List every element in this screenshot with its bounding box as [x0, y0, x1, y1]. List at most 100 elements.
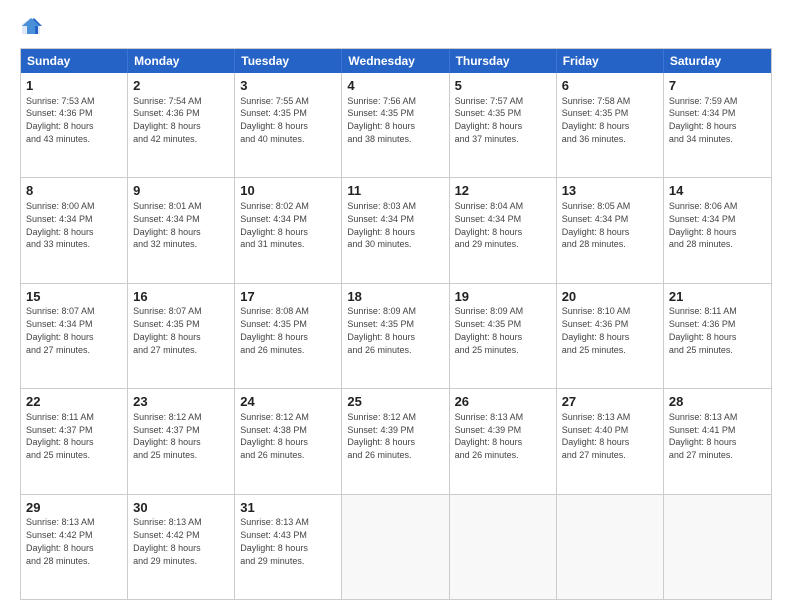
calendar-cell: 17 Sunrise: 8:08 AMSunset: 4:35 PMDaylig…: [235, 284, 342, 388]
cell-info: Sunrise: 8:10 AMSunset: 4:36 PMDaylight:…: [562, 306, 631, 354]
calendar-cell: 11 Sunrise: 8:03 AMSunset: 4:34 PMDaylig…: [342, 178, 449, 282]
day-number: 3: [240, 77, 336, 95]
day-number: 19: [455, 288, 551, 306]
calendar-cell: 5 Sunrise: 7:57 AMSunset: 4:35 PMDayligh…: [450, 73, 557, 177]
cell-info: Sunrise: 7:54 AMSunset: 4:36 PMDaylight:…: [133, 96, 202, 144]
cell-info: Sunrise: 8:13 AMSunset: 4:39 PMDaylight:…: [455, 412, 524, 460]
cell-info: Sunrise: 7:59 AMSunset: 4:34 PMDaylight:…: [669, 96, 738, 144]
calendar-cell: [450, 495, 557, 599]
calendar-cell: 16 Sunrise: 8:07 AMSunset: 4:35 PMDaylig…: [128, 284, 235, 388]
calendar-cell: 24 Sunrise: 8:12 AMSunset: 4:38 PMDaylig…: [235, 389, 342, 493]
calendar-cell: 21 Sunrise: 8:11 AMSunset: 4:36 PMDaylig…: [664, 284, 771, 388]
calendar-row: 29 Sunrise: 8:13 AMSunset: 4:42 PMDaylig…: [21, 494, 771, 599]
calendar-cell: 4 Sunrise: 7:56 AMSunset: 4:35 PMDayligh…: [342, 73, 449, 177]
calendar-cell: 30 Sunrise: 8:13 AMSunset: 4:42 PMDaylig…: [128, 495, 235, 599]
day-number: 23: [133, 393, 229, 411]
logo-icon: [20, 16, 42, 38]
cell-info: Sunrise: 8:09 AMSunset: 4:35 PMDaylight:…: [347, 306, 416, 354]
weekday-header: Tuesday: [235, 49, 342, 73]
calendar-cell: 15 Sunrise: 8:07 AMSunset: 4:34 PMDaylig…: [21, 284, 128, 388]
day-number: 1: [26, 77, 122, 95]
day-number: 13: [562, 182, 658, 200]
header: [20, 16, 772, 38]
calendar-cell: [664, 495, 771, 599]
weekday-header: Thursday: [450, 49, 557, 73]
calendar: SundayMondayTuesdayWednesdayThursdayFrid…: [20, 48, 772, 600]
weekday-header: Saturday: [664, 49, 771, 73]
calendar-cell: 14 Sunrise: 8:06 AMSunset: 4:34 PMDaylig…: [664, 178, 771, 282]
cell-info: Sunrise: 8:09 AMSunset: 4:35 PMDaylight:…: [455, 306, 524, 354]
cell-info: Sunrise: 8:03 AMSunset: 4:34 PMDaylight:…: [347, 201, 416, 249]
day-number: 28: [669, 393, 766, 411]
calendar-cell: 12 Sunrise: 8:04 AMSunset: 4:34 PMDaylig…: [450, 178, 557, 282]
day-number: 2: [133, 77, 229, 95]
day-number: 12: [455, 182, 551, 200]
weekday-header: Friday: [557, 49, 664, 73]
cell-info: Sunrise: 7:55 AMSunset: 4:35 PMDaylight:…: [240, 96, 309, 144]
cell-info: Sunrise: 7:56 AMSunset: 4:35 PMDaylight:…: [347, 96, 416, 144]
day-number: 6: [562, 77, 658, 95]
calendar-cell: 1 Sunrise: 7:53 AMSunset: 4:36 PMDayligh…: [21, 73, 128, 177]
cell-info: Sunrise: 8:01 AMSunset: 4:34 PMDaylight:…: [133, 201, 202, 249]
day-number: 29: [26, 499, 122, 517]
weekday-header: Sunday: [21, 49, 128, 73]
cell-info: Sunrise: 7:58 AMSunset: 4:35 PMDaylight:…: [562, 96, 631, 144]
cell-info: Sunrise: 8:05 AMSunset: 4:34 PMDaylight:…: [562, 201, 631, 249]
cell-info: Sunrise: 8:02 AMSunset: 4:34 PMDaylight:…: [240, 201, 309, 249]
calendar-cell: 22 Sunrise: 8:11 AMSunset: 4:37 PMDaylig…: [21, 389, 128, 493]
calendar-header: SundayMondayTuesdayWednesdayThursdayFrid…: [21, 49, 771, 73]
calendar-cell: 20 Sunrise: 8:10 AMSunset: 4:36 PMDaylig…: [557, 284, 664, 388]
day-number: 9: [133, 182, 229, 200]
day-number: 10: [240, 182, 336, 200]
calendar-cell: 10 Sunrise: 8:02 AMSunset: 4:34 PMDaylig…: [235, 178, 342, 282]
day-number: 15: [26, 288, 122, 306]
day-number: 20: [562, 288, 658, 306]
cell-info: Sunrise: 8:13 AMSunset: 4:41 PMDaylight:…: [669, 412, 738, 460]
day-number: 27: [562, 393, 658, 411]
calendar-cell: [557, 495, 664, 599]
cell-info: Sunrise: 8:11 AMSunset: 4:36 PMDaylight:…: [669, 306, 737, 354]
day-number: 31: [240, 499, 336, 517]
cell-info: Sunrise: 8:11 AMSunset: 4:37 PMDaylight:…: [26, 412, 94, 460]
day-number: 16: [133, 288, 229, 306]
day-number: 24: [240, 393, 336, 411]
calendar-body: 1 Sunrise: 7:53 AMSunset: 4:36 PMDayligh…: [21, 73, 771, 599]
cell-info: Sunrise: 8:07 AMSunset: 4:35 PMDaylight:…: [133, 306, 202, 354]
calendar-cell: 3 Sunrise: 7:55 AMSunset: 4:35 PMDayligh…: [235, 73, 342, 177]
weekday-header: Wednesday: [342, 49, 449, 73]
day-number: 5: [455, 77, 551, 95]
calendar-cell: 27 Sunrise: 8:13 AMSunset: 4:40 PMDaylig…: [557, 389, 664, 493]
calendar-cell: 28 Sunrise: 8:13 AMSunset: 4:41 PMDaylig…: [664, 389, 771, 493]
calendar-cell: 18 Sunrise: 8:09 AMSunset: 4:35 PMDaylig…: [342, 284, 449, 388]
logo: [20, 16, 46, 38]
weekday-header: Monday: [128, 49, 235, 73]
day-number: 11: [347, 182, 443, 200]
calendar-cell: 9 Sunrise: 8:01 AMSunset: 4:34 PMDayligh…: [128, 178, 235, 282]
day-number: 22: [26, 393, 122, 411]
calendar-cell: 13 Sunrise: 8:05 AMSunset: 4:34 PMDaylig…: [557, 178, 664, 282]
cell-info: Sunrise: 8:04 AMSunset: 4:34 PMDaylight:…: [455, 201, 524, 249]
day-number: 21: [669, 288, 766, 306]
day-number: 25: [347, 393, 443, 411]
cell-info: Sunrise: 8:13 AMSunset: 4:42 PMDaylight:…: [26, 517, 95, 565]
cell-info: Sunrise: 7:57 AMSunset: 4:35 PMDaylight:…: [455, 96, 524, 144]
day-number: 8: [26, 182, 122, 200]
calendar-cell: 8 Sunrise: 8:00 AMSunset: 4:34 PMDayligh…: [21, 178, 128, 282]
calendar-cell: [342, 495, 449, 599]
calendar-cell: 19 Sunrise: 8:09 AMSunset: 4:35 PMDaylig…: [450, 284, 557, 388]
day-number: 4: [347, 77, 443, 95]
cell-info: Sunrise: 8:13 AMSunset: 4:43 PMDaylight:…: [240, 517, 309, 565]
calendar-row: 15 Sunrise: 8:07 AMSunset: 4:34 PMDaylig…: [21, 283, 771, 388]
day-number: 7: [669, 77, 766, 95]
day-number: 14: [669, 182, 766, 200]
day-number: 17: [240, 288, 336, 306]
calendar-cell: 2 Sunrise: 7:54 AMSunset: 4:36 PMDayligh…: [128, 73, 235, 177]
calendar-cell: 23 Sunrise: 8:12 AMSunset: 4:37 PMDaylig…: [128, 389, 235, 493]
calendar-row: 8 Sunrise: 8:00 AMSunset: 4:34 PMDayligh…: [21, 177, 771, 282]
cell-info: Sunrise: 8:12 AMSunset: 4:38 PMDaylight:…: [240, 412, 309, 460]
page: SundayMondayTuesdayWednesdayThursdayFrid…: [0, 0, 792, 612]
calendar-cell: 26 Sunrise: 8:13 AMSunset: 4:39 PMDaylig…: [450, 389, 557, 493]
day-number: 18: [347, 288, 443, 306]
cell-info: Sunrise: 8:12 AMSunset: 4:39 PMDaylight:…: [347, 412, 416, 460]
calendar-cell: 6 Sunrise: 7:58 AMSunset: 4:35 PMDayligh…: [557, 73, 664, 177]
